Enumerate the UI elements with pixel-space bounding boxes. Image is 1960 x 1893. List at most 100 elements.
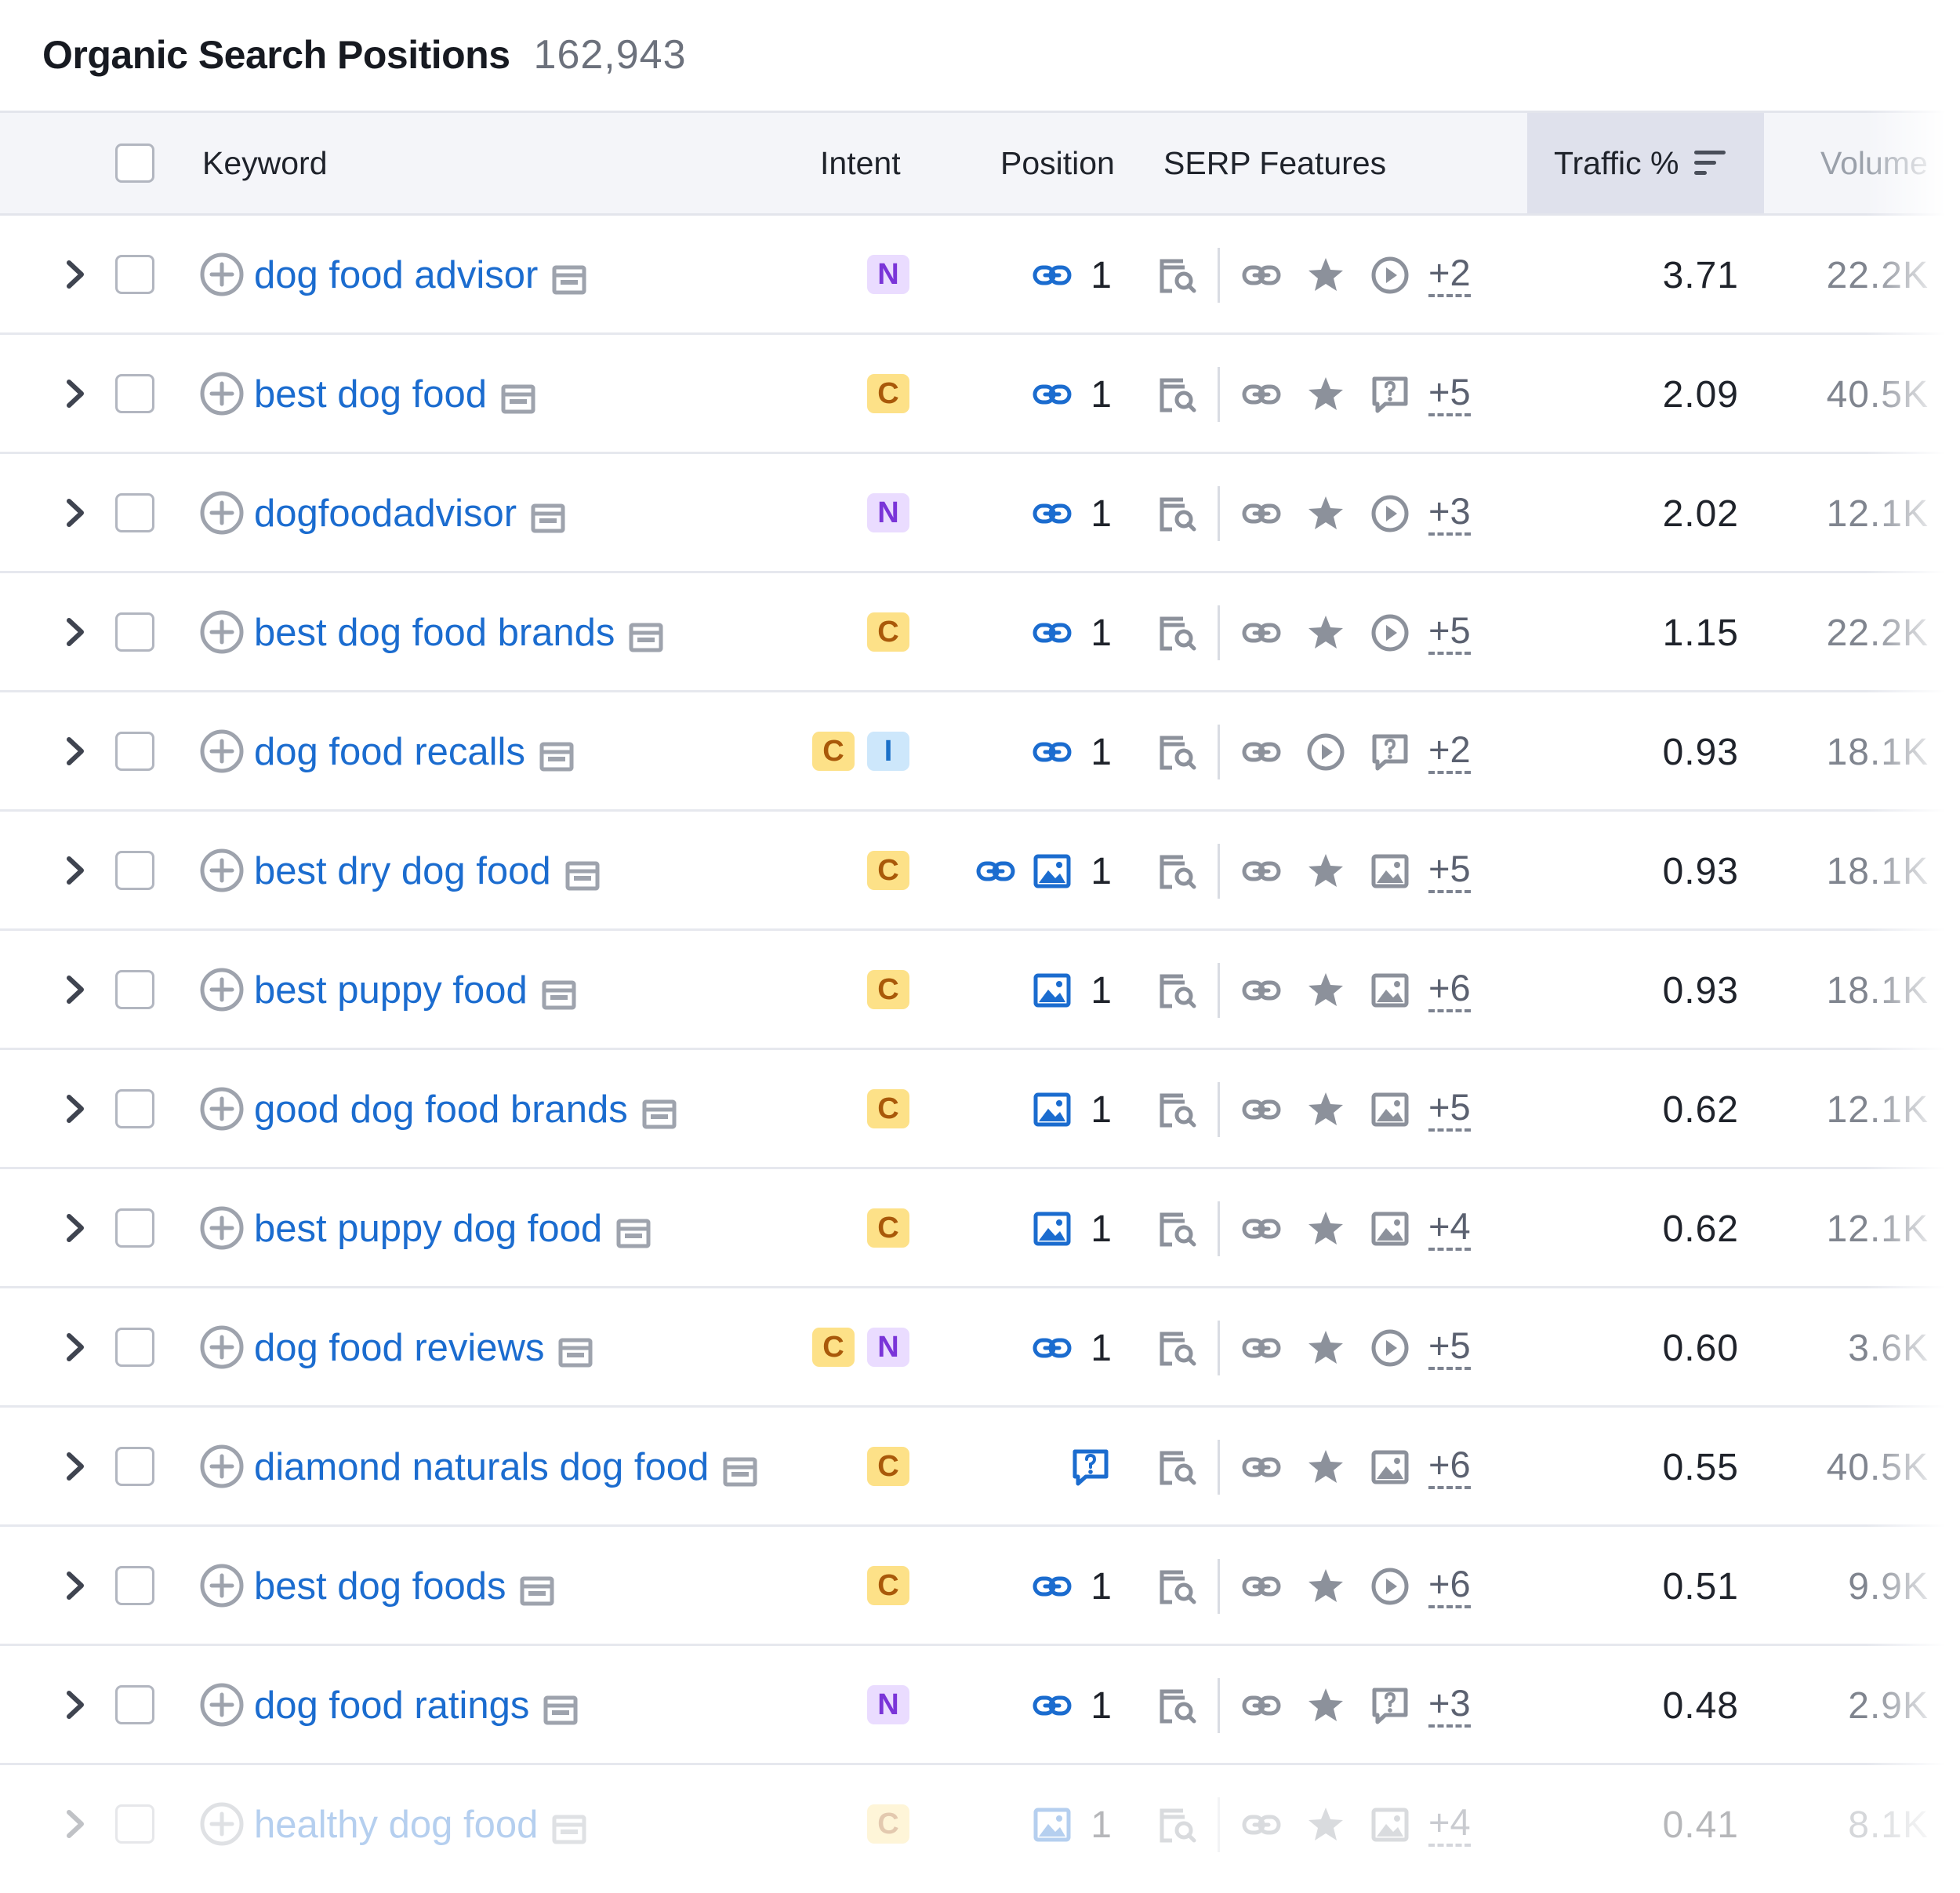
row-checkbox[interactable] bbox=[115, 1447, 154, 1486]
expand-chevron-icon[interactable] bbox=[63, 851, 88, 890]
add-to-list-icon[interactable] bbox=[199, 848, 245, 893]
expand-chevron-icon[interactable] bbox=[63, 1566, 88, 1605]
intent-badges: C bbox=[867, 1566, 909, 1605]
cached-page-icon[interactable] bbox=[552, 1810, 586, 1844]
keyword-link[interactable]: best dog food bbox=[254, 335, 535, 454]
intent-badges: C bbox=[867, 1804, 909, 1844]
expand-chevron-icon[interactable] bbox=[63, 1685, 88, 1724]
expand-chevron-icon[interactable] bbox=[63, 1328, 88, 1367]
expand-chevron-icon[interactable] bbox=[63, 732, 88, 771]
column-header-position[interactable]: Position bbox=[1000, 113, 1115, 213]
cached-page-icon[interactable] bbox=[501, 380, 535, 414]
serp-more-link[interactable]: +5 bbox=[1428, 611, 1471, 655]
row-checkbox[interactable] bbox=[115, 1328, 154, 1367]
keyword-link[interactable]: best dog food brands bbox=[254, 573, 663, 692]
add-to-list-icon[interactable] bbox=[199, 967, 245, 1012]
cached-page-icon[interactable] bbox=[642, 1095, 677, 1129]
intent-badges: C bbox=[867, 851, 909, 890]
row-checkbox[interactable] bbox=[115, 851, 154, 890]
row-checkbox[interactable] bbox=[115, 1566, 154, 1605]
serp-more-link[interactable]: +5 bbox=[1428, 1088, 1471, 1132]
add-to-list-icon[interactable] bbox=[199, 1324, 245, 1370]
expand-chevron-icon[interactable] bbox=[63, 255, 88, 294]
keyword-text: good dog food brands bbox=[254, 1088, 628, 1131]
cached-page-icon[interactable] bbox=[520, 1571, 554, 1606]
serp-more-link[interactable]: +6 bbox=[1428, 1564, 1471, 1608]
serp-more-link[interactable]: +6 bbox=[1428, 1445, 1471, 1489]
row-checkbox[interactable] bbox=[115, 1804, 154, 1844]
keyword-link[interactable]: dogfoodadvisor bbox=[254, 454, 565, 573]
add-to-list-icon[interactable] bbox=[199, 1682, 245, 1728]
cached-page-icon[interactable] bbox=[558, 1333, 593, 1368]
expand-chevron-icon[interactable] bbox=[63, 970, 88, 1009]
add-to-list-icon[interactable] bbox=[199, 490, 245, 536]
keyword-link[interactable]: good dog food brands bbox=[254, 1050, 677, 1169]
row-checkbox[interactable] bbox=[115, 612, 154, 652]
serp-more-link[interactable]: +2 bbox=[1428, 253, 1471, 297]
expand-chevron-icon[interactable] bbox=[63, 1089, 88, 1128]
add-to-list-icon[interactable] bbox=[199, 1086, 245, 1132]
intent-badges: C bbox=[867, 1089, 909, 1128]
serp-more-link[interactable]: +3 bbox=[1428, 492, 1471, 536]
cached-page-icon[interactable] bbox=[543, 1691, 578, 1725]
expand-chevron-icon[interactable] bbox=[63, 493, 88, 532]
keyword-link[interactable]: best dog foods bbox=[254, 1527, 554, 1646]
add-to-list-icon[interactable] bbox=[199, 609, 245, 655]
add-to-list-icon[interactable] bbox=[199, 1563, 245, 1608]
keyword-link[interactable]: dog food recalls bbox=[254, 692, 574, 812]
add-to-list-icon[interactable] bbox=[199, 252, 245, 297]
serp-more-link[interactable]: +4 bbox=[1428, 1207, 1471, 1251]
serp-more-link[interactable]: +2 bbox=[1428, 730, 1471, 774]
column-header-volume[interactable]: Volume bbox=[1820, 113, 1928, 213]
serp-more-link[interactable]: +4 bbox=[1428, 1803, 1471, 1847]
row-checkbox[interactable] bbox=[115, 1089, 154, 1128]
serp-more-link[interactable]: +5 bbox=[1428, 1326, 1471, 1370]
expand-chevron-icon[interactable] bbox=[63, 1804, 88, 1844]
add-to-list-icon[interactable] bbox=[199, 371, 245, 416]
cached-page-icon[interactable] bbox=[539, 737, 574, 772]
keyword-link[interactable]: dog food ratings bbox=[254, 1646, 578, 1765]
keyword-link[interactable]: best puppy food bbox=[254, 931, 576, 1050]
keyword-link[interactable]: dog food advisor bbox=[254, 216, 586, 335]
add-to-list-icon[interactable] bbox=[199, 1205, 245, 1251]
expand-chevron-icon[interactable] bbox=[63, 1208, 88, 1248]
add-to-list-icon[interactable] bbox=[199, 1444, 245, 1489]
serp-more-link[interactable]: +6 bbox=[1428, 968, 1471, 1012]
column-header-keyword[interactable]: Keyword bbox=[202, 113, 328, 213]
row-checkbox[interactable] bbox=[115, 374, 154, 413]
row-checkbox[interactable] bbox=[115, 1208, 154, 1248]
row-checkbox[interactable] bbox=[115, 1685, 154, 1724]
row-checkbox[interactable] bbox=[115, 732, 154, 771]
cached-page-icon[interactable] bbox=[723, 1452, 757, 1487]
add-to-list-icon[interactable] bbox=[199, 1801, 245, 1847]
keyword-link[interactable]: dog food reviews bbox=[254, 1288, 593, 1408]
keyword-link[interactable]: diamond naturals dog food bbox=[254, 1408, 757, 1527]
expand-chevron-icon[interactable] bbox=[63, 612, 88, 652]
keyword-link[interactable]: best puppy dog food bbox=[254, 1169, 651, 1288]
column-header-serp-features[interactable]: SERP Features bbox=[1163, 113, 1386, 213]
expand-chevron-icon[interactable] bbox=[63, 374, 88, 413]
row-checkbox[interactable] bbox=[115, 493, 154, 532]
keyword-link[interactable]: best dry dog food bbox=[254, 812, 600, 931]
column-header-intent[interactable]: Intent bbox=[820, 113, 901, 213]
add-to-list-icon[interactable] bbox=[199, 728, 245, 774]
keyword-link[interactable]: healthy dog food bbox=[254, 1765, 586, 1884]
serp-more-link[interactable]: +5 bbox=[1428, 372, 1471, 416]
cached-page-icon[interactable] bbox=[565, 856, 600, 891]
row-checkbox[interactable] bbox=[115, 970, 154, 1009]
cached-page-icon[interactable] bbox=[531, 499, 565, 533]
expand-chevron-icon[interactable] bbox=[63, 1447, 88, 1486]
traffic-value: 0.55 bbox=[1662, 1446, 1739, 1488]
image-icon bbox=[1031, 1088, 1073, 1131]
cached-page-icon[interactable] bbox=[552, 260, 586, 295]
cached-page-icon[interactable] bbox=[616, 1214, 651, 1248]
serp-more-link[interactable]: +5 bbox=[1428, 849, 1471, 893]
cached-page-icon[interactable] bbox=[629, 618, 663, 652]
cached-page-icon[interactable] bbox=[542, 976, 576, 1010]
position-value: 1 bbox=[1091, 1088, 1112, 1131]
column-header-traffic[interactable]: Traffic % bbox=[1527, 113, 1764, 213]
row-checkbox[interactable] bbox=[115, 255, 154, 294]
intent-badge: N bbox=[867, 493, 909, 532]
serp-more-link[interactable]: +3 bbox=[1428, 1684, 1471, 1728]
select-all-checkbox[interactable] bbox=[115, 144, 154, 183]
